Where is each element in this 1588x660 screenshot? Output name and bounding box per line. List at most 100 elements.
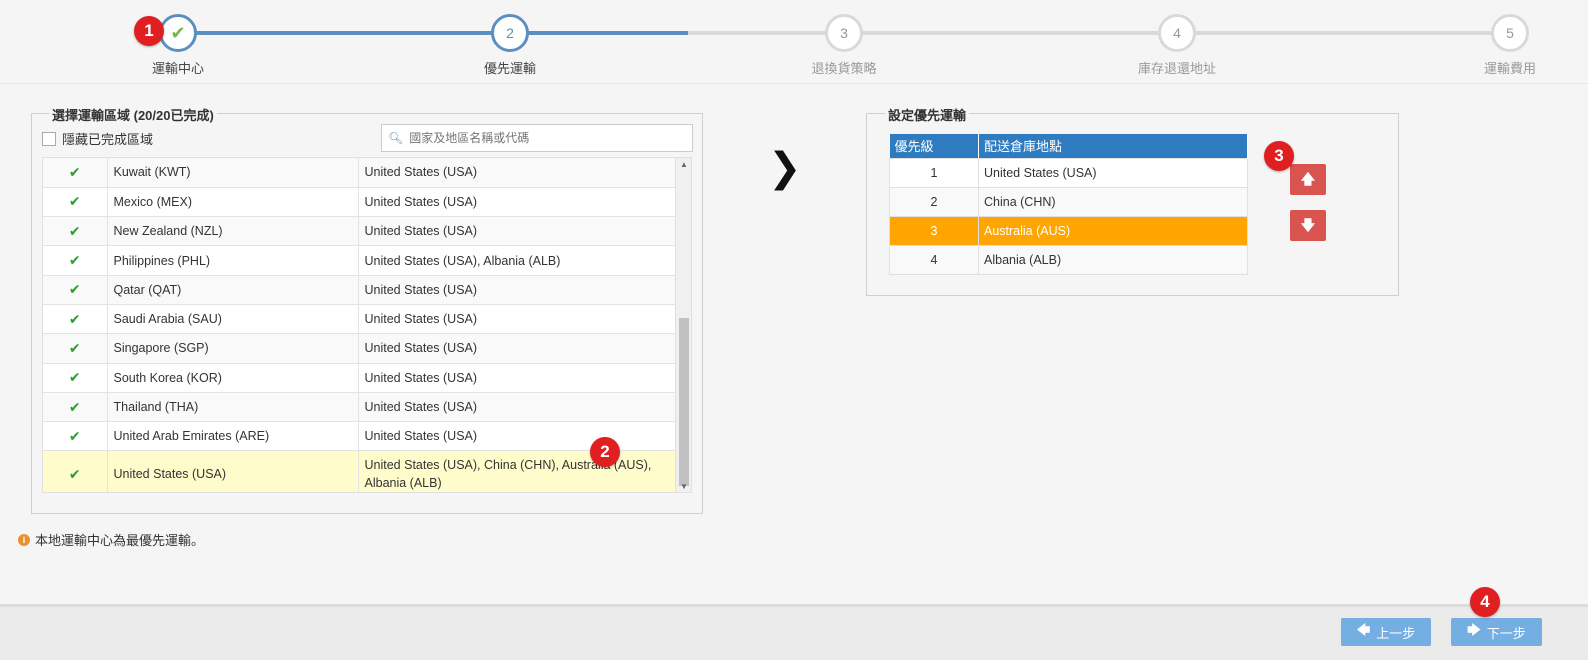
annotation-marker-4: 4 <box>1470 587 1500 617</box>
arrow-left-icon: 🡄 <box>1356 622 1371 637</box>
check-icon: ✔ <box>43 363 108 393</box>
step-2[interactable]: 2 優先運輸 <box>430 14 590 77</box>
table-row[interactable]: ✔ South Korea (KOR) United States (USA) <box>43 363 677 393</box>
check-icon: ✔ <box>43 275 108 305</box>
step-label: 運輸中心 <box>151 61 204 76</box>
previous-step-button[interactable]: 🡄 上一步 <box>1341 618 1431 646</box>
check-icon: ✔ <box>43 392 108 423</box>
region-name: South Korea (KOR) <box>107 363 359 393</box>
table-row[interactable]: ✔ Thailand (THA) United States (USA) <box>43 392 677 423</box>
region-warehouses: United States (USA) <box>358 275 677 305</box>
region-name: Singapore (SGP) <box>107 333 359 364</box>
annotation-marker-3: 3 <box>1264 141 1294 171</box>
scroll-thumb[interactable] <box>679 318 689 486</box>
arrow-down-icon: 🡇 <box>1300 217 1316 233</box>
step-label: 庫存退還地址 <box>1137 61 1216 76</box>
table-row[interactable]: ✔ Mexico (MEX) United States (USA) <box>43 187 677 218</box>
annotation-marker-2: 2 <box>590 437 620 467</box>
info-icon: i <box>18 533 30 546</box>
priority-number: 1 <box>889 157 979 188</box>
region-search-input[interactable] <box>407 130 688 146</box>
check-icon: ✔ <box>43 158 108 188</box>
next-step-button[interactable]: 🡆 下一步 <box>1451 618 1542 646</box>
table-row[interactable]: ✔ Singapore (SGP) United States (USA) <box>43 333 677 364</box>
footer-bar: 🡄 上一步 🡆 下一步 <box>0 604 1588 660</box>
region-name: New Zealand (NZL) <box>107 216 359 247</box>
region-warehouses: United States (USA) <box>358 363 677 393</box>
priority-panel: 設定優先運輸 優先級 配送倉庫地點 1 United States (USA) … <box>866 105 1399 296</box>
region-name: Thailand (THA) <box>107 392 359 423</box>
priority-row[interactable]: 4 Albania (ALB) <box>889 244 1248 275</box>
check-icon: ✔ <box>43 450 108 492</box>
panel-legend: 設定優先運輸 <box>885 105 970 124</box>
check-icon: ✔ <box>159 14 197 52</box>
step-3[interactable]: 3 退換貨策略 <box>764 14 924 77</box>
step-number: 5 <box>1491 14 1529 52</box>
priority-location: Australia (AUS) <box>978 215 1248 246</box>
step-label: 退換貨策略 <box>811 61 877 76</box>
step-number: 3 <box>825 14 863 52</box>
priority-location: China (CHN) <box>978 186 1248 217</box>
region-warehouses: United States (USA) <box>358 421 677 452</box>
region-table: ✔ Kuwait (KWT) United States (USA) ✔ Mex… <box>43 158 677 492</box>
region-name: Kuwait (KWT) <box>107 158 359 188</box>
region-warehouses: United States (USA), China (CHN), Austra… <box>358 450 677 492</box>
arrow-up-icon: 🡅 <box>1300 171 1316 187</box>
priority-row[interactable]: 2 China (CHN) <box>889 186 1248 217</box>
priority-number: 2 <box>889 186 979 217</box>
info-note-text: 本地運輸中心為最優先運輸。 <box>35 533 205 548</box>
priority-row[interactable]: 1 United States (USA) <box>889 157 1248 188</box>
step-label: 運輸費用 <box>1483 61 1536 76</box>
table-row[interactable]: ✔ United Arab Emirates (ARE) United Stat… <box>43 421 677 452</box>
region-name: Philippines (PHL) <box>107 245 359 276</box>
priority-table: 優先級 配送倉庫地點 1 United States (USA) 2 China… <box>889 134 1248 275</box>
annotation-marker-1: 1 <box>134 16 164 46</box>
hide-completed-toggle[interactable]: 隱藏已完成區域 <box>42 129 153 148</box>
region-warehouses: United States (USA), Albania (ALB) <box>358 245 677 276</box>
check-icon: ✔ <box>43 216 108 247</box>
info-note: i 本地運輸中心為最優先運輸。 <box>18 530 204 549</box>
check-icon: ✔ <box>43 245 108 276</box>
column-header-priority: 優先級 <box>889 134 979 158</box>
priority-location: United States (USA) <box>978 157 1248 188</box>
arrow-right-icon: 🡆 <box>1467 622 1481 637</box>
table-row[interactable]: ✔ Qatar (QAT) United States (USA) <box>43 275 677 305</box>
region-name: Qatar (QAT) <box>107 275 359 305</box>
check-icon: ✔ <box>43 333 108 364</box>
table-row-selected[interactable]: ✔ United States (USA) United States (USA… <box>43 450 677 492</box>
region-name: Saudi Arabia (SAU) <box>107 304 359 335</box>
check-icon: ✔ <box>43 421 108 452</box>
region-table-scrollbar[interactable]: ▲ ▼ <box>675 158 691 492</box>
priority-number: 4 <box>889 244 979 275</box>
panel-legend: 選擇運輸區域 (20/20已完成) <box>49 105 217 124</box>
hide-completed-label: 隱藏已完成區域 <box>62 132 154 147</box>
step-4[interactable]: 4 庫存退還地址 <box>1097 14 1257 77</box>
hide-completed-checkbox[interactable] <box>42 131 56 146</box>
region-warehouses: United States (USA) <box>358 392 677 423</box>
previous-step-label: 上一步 <box>1376 625 1416 641</box>
region-name: United States (USA) <box>107 450 359 492</box>
scroll-up-arrow-icon[interactable]: ▲ <box>676 158 691 172</box>
table-row[interactable]: ✔ Saudi Arabia (SAU) United States (USA) <box>43 304 677 335</box>
region-warehouses: United States (USA) <box>358 216 677 247</box>
priority-location: Albania (ALB) <box>978 244 1248 275</box>
move-down-button[interactable]: 🡇 <box>1290 210 1326 241</box>
priority-number: 3 <box>889 215 979 246</box>
step-number: 4 <box>1158 14 1196 52</box>
step-5[interactable]: 5 運輸費用 <box>1430 14 1588 77</box>
region-warehouses: United States (USA) <box>358 333 677 364</box>
search-icon: 🔍︎ <box>388 131 404 145</box>
region-name: Mexico (MEX) <box>107 187 359 218</box>
step-1[interactable]: ✔ 運輸中心 <box>98 14 258 77</box>
table-row[interactable]: ✔ Kuwait (KWT) United States (USA) <box>43 158 677 188</box>
region-search-box[interactable]: 🔍︎ <box>381 124 693 152</box>
chevron-right-icon: ❯ <box>768 146 802 190</box>
priority-row-selected[interactable]: 3 Australia (AUS) <box>889 215 1248 246</box>
table-row[interactable]: ✔ New Zealand (NZL) United States (USA) <box>43 216 677 247</box>
table-row[interactable]: ✔ Philippines (PHL) United States (USA),… <box>43 245 677 276</box>
next-step-label: 下一步 <box>1486 625 1526 641</box>
region-name: United Arab Emirates (ARE) <box>107 421 359 452</box>
move-up-button[interactable]: 🡅 <box>1290 164 1326 195</box>
scroll-down-arrow-icon[interactable]: ▼ <box>676 480 691 492</box>
region-warehouses: United States (USA) <box>358 187 677 218</box>
